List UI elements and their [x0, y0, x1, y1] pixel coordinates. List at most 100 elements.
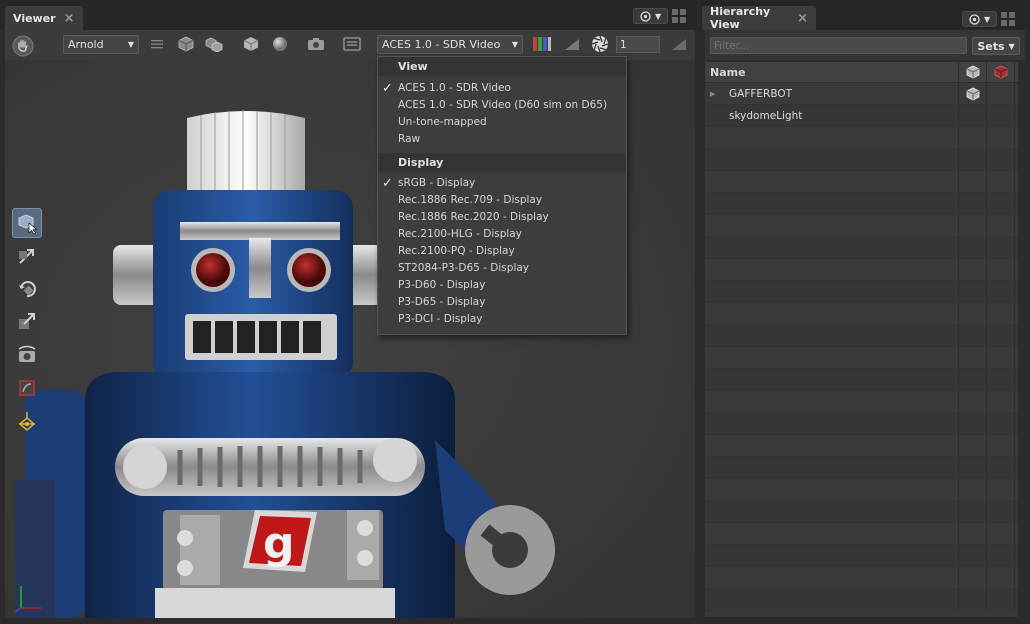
channels-icon[interactable] [533, 35, 551, 53]
hierarchy-tab-label: Hierarchy View [710, 5, 771, 31]
viewer-tabbar: Viewer × ▼ [0, 0, 697, 30]
menu-item-label: ACES 1.0 - SDR Video (D60 sim on D65) [398, 99, 608, 111]
menu-item-label: Raw [398, 133, 421, 145]
menu-display-header: Display [378, 153, 626, 172]
empty-row [705, 501, 1018, 523]
menu-item[interactable]: P3-D65 - Display [378, 294, 626, 311]
hierarchy-header-row: Name [705, 62, 1018, 83]
empty-row [705, 457, 1018, 479]
scale-tool[interactable] [12, 307, 42, 337]
menu-item[interactable]: Rec.2100-HLG - Display [378, 226, 626, 243]
select-cube-icon [18, 214, 38, 234]
pan-hand-button[interactable] [12, 35, 34, 57]
layout-menu-button[interactable]: ▼ [633, 8, 669, 24]
light-icon [18, 412, 36, 432]
menu-item[interactable]: P3-D60 - Display [378, 277, 626, 294]
hierarchy-filter-bar: Sets ▼ [705, 30, 1025, 60]
hierarchy-tabbar: Hierarchy View × ▼ [700, 0, 1030, 31]
scale-icon [19, 313, 35, 329]
menu-item[interactable]: Rec.1886 Rec.2020 - Display [378, 209, 626, 226]
scene-cube-icon[interactable] [177, 35, 195, 53]
translate-arrow-icon [19, 249, 34, 264]
grid-layout-icon[interactable] [672, 9, 687, 23]
viewer-tab-controls: ▼ [633, 8, 687, 24]
hierarchy-layout-menu-button[interactable]: ▼ [962, 11, 998, 27]
empty-row [705, 589, 1018, 611]
gain-ramp-icon[interactable] [670, 35, 688, 53]
empty-row [705, 193, 1018, 215]
scene-cubes-icon[interactable] [205, 35, 223, 53]
select-tool[interactable] [12, 208, 42, 238]
menu-item[interactable]: ACES 1.0 - SDR Video (D60 sim on D65) [378, 97, 626, 114]
close-icon[interactable]: × [64, 11, 75, 26]
menu-item-label: Rec.1886 Rec.709 - Display [398, 194, 543, 206]
axis-gizmo-icon [14, 586, 41, 612]
target-icon [640, 10, 651, 22]
menu-item[interactable]: Rec.2100-PQ - Display [378, 243, 626, 260]
crop-window-icon [19, 380, 35, 396]
menu-icon[interactable] [148, 35, 166, 53]
light-tool[interactable] [12, 406, 42, 436]
renderer-dropdown[interactable]: Arnold ▼ [63, 35, 139, 54]
layers-icon[interactable] [343, 35, 361, 53]
menu-view-items: ✓ ACES 1.0 - SDR Video ACES 1.0 - SDR Vide… [378, 80, 626, 148]
menu-item[interactable]: ✓ ACES 1.0 - SDR Video [378, 80, 626, 97]
rotate-tool[interactable] [12, 274, 42, 304]
chevron-down-icon: ▼ [1008, 41, 1015, 51]
empty-row [705, 215, 1018, 237]
sphere-icon[interactable] [271, 35, 289, 53]
aperture-icon[interactable] [591, 35, 609, 53]
expand-arrow-icon[interactable]: ▶ [710, 90, 722, 98]
sets-dropdown[interactable]: Sets ▼ [972, 37, 1020, 55]
menu-item-label: Rec.2100-HLG - Display [398, 228, 522, 240]
menu-item-label: ST2084-P3-D65 - Display [398, 262, 530, 274]
menu-item-label: P3-D60 - Display [398, 279, 486, 291]
view-transform-value: ACES 1.0 - SDR Video [382, 38, 501, 51]
svg-text:g: g [263, 518, 295, 569]
menu-item[interactable]: ✓ sRGB - Display [378, 175, 626, 192]
crop-tool[interactable] [12, 373, 42, 403]
filter-input[interactable] [710, 37, 967, 54]
close-icon[interactable]: × [797, 11, 808, 26]
camera-tool[interactable] [12, 340, 42, 370]
menu-item[interactable]: ST2084-P3-D65 - Display [378, 260, 626, 277]
row-name: skydomeLight [729, 109, 803, 122]
empty-row [705, 435, 1018, 457]
visibility-cube-icon [966, 65, 979, 79]
empty-row [705, 237, 1018, 259]
column-name-header[interactable]: Name [705, 62, 959, 82]
empty-row [705, 479, 1018, 501]
menu-item[interactable]: Un-tone-mapped [378, 114, 626, 131]
menu-display-items: ✓ sRGB - Display Rec.1886 Rec.709 - Displa… [378, 175, 626, 328]
empty-row [705, 347, 1018, 369]
translate-tool[interactable] [12, 241, 42, 271]
empty-row [705, 127, 1018, 149]
empty-row [705, 567, 1018, 589]
camera-icon[interactable] [307, 35, 325, 53]
empty-row [705, 523, 1018, 545]
checkmark-icon: ✓ [382, 176, 393, 191]
hierarchy-panel: Hierarchy View × ▼ Sets ▼ Name ▶GA [700, 0, 1030, 624]
visibility-cube-icon[interactable] [966, 87, 980, 101]
box-icon[interactable] [242, 35, 260, 53]
menu-item[interactable]: Raw [378, 131, 626, 148]
grid-layout-icon[interactable] [1001, 12, 1016, 26]
visibility-column-header[interactable] [959, 62, 987, 82]
view-transform-dropdown[interactable]: ACES 1.0 - SDR Video ▼ [377, 35, 523, 54]
exposure-field[interactable] [616, 36, 660, 53]
empty-row [705, 413, 1018, 435]
hierarchy-tab-controls: ▼ [962, 11, 1016, 27]
table-row[interactable]: ▶ GAFFERBOT [705, 83, 1018, 105]
renderer-value: Arnold [68, 38, 104, 51]
selection-column-header[interactable] [987, 62, 1015, 82]
table-row[interactable]: skydomeLight [705, 105, 1018, 127]
menu-item[interactable]: Rec.1886 Rec.709 - Display [378, 192, 626, 209]
menu-item[interactable]: P3-DCI - Display [378, 311, 626, 328]
manipulator-toolbar [12, 208, 42, 436]
empty-row [705, 303, 1018, 325]
gamma-ramp-icon[interactable] [563, 35, 581, 53]
hierarchy-tab[interactable]: Hierarchy View × [702, 5, 816, 31]
empty-row [705, 391, 1018, 413]
menu-item-label: Un-tone-mapped [398, 116, 487, 128]
viewer-tab[interactable]: Viewer × [5, 6, 83, 30]
